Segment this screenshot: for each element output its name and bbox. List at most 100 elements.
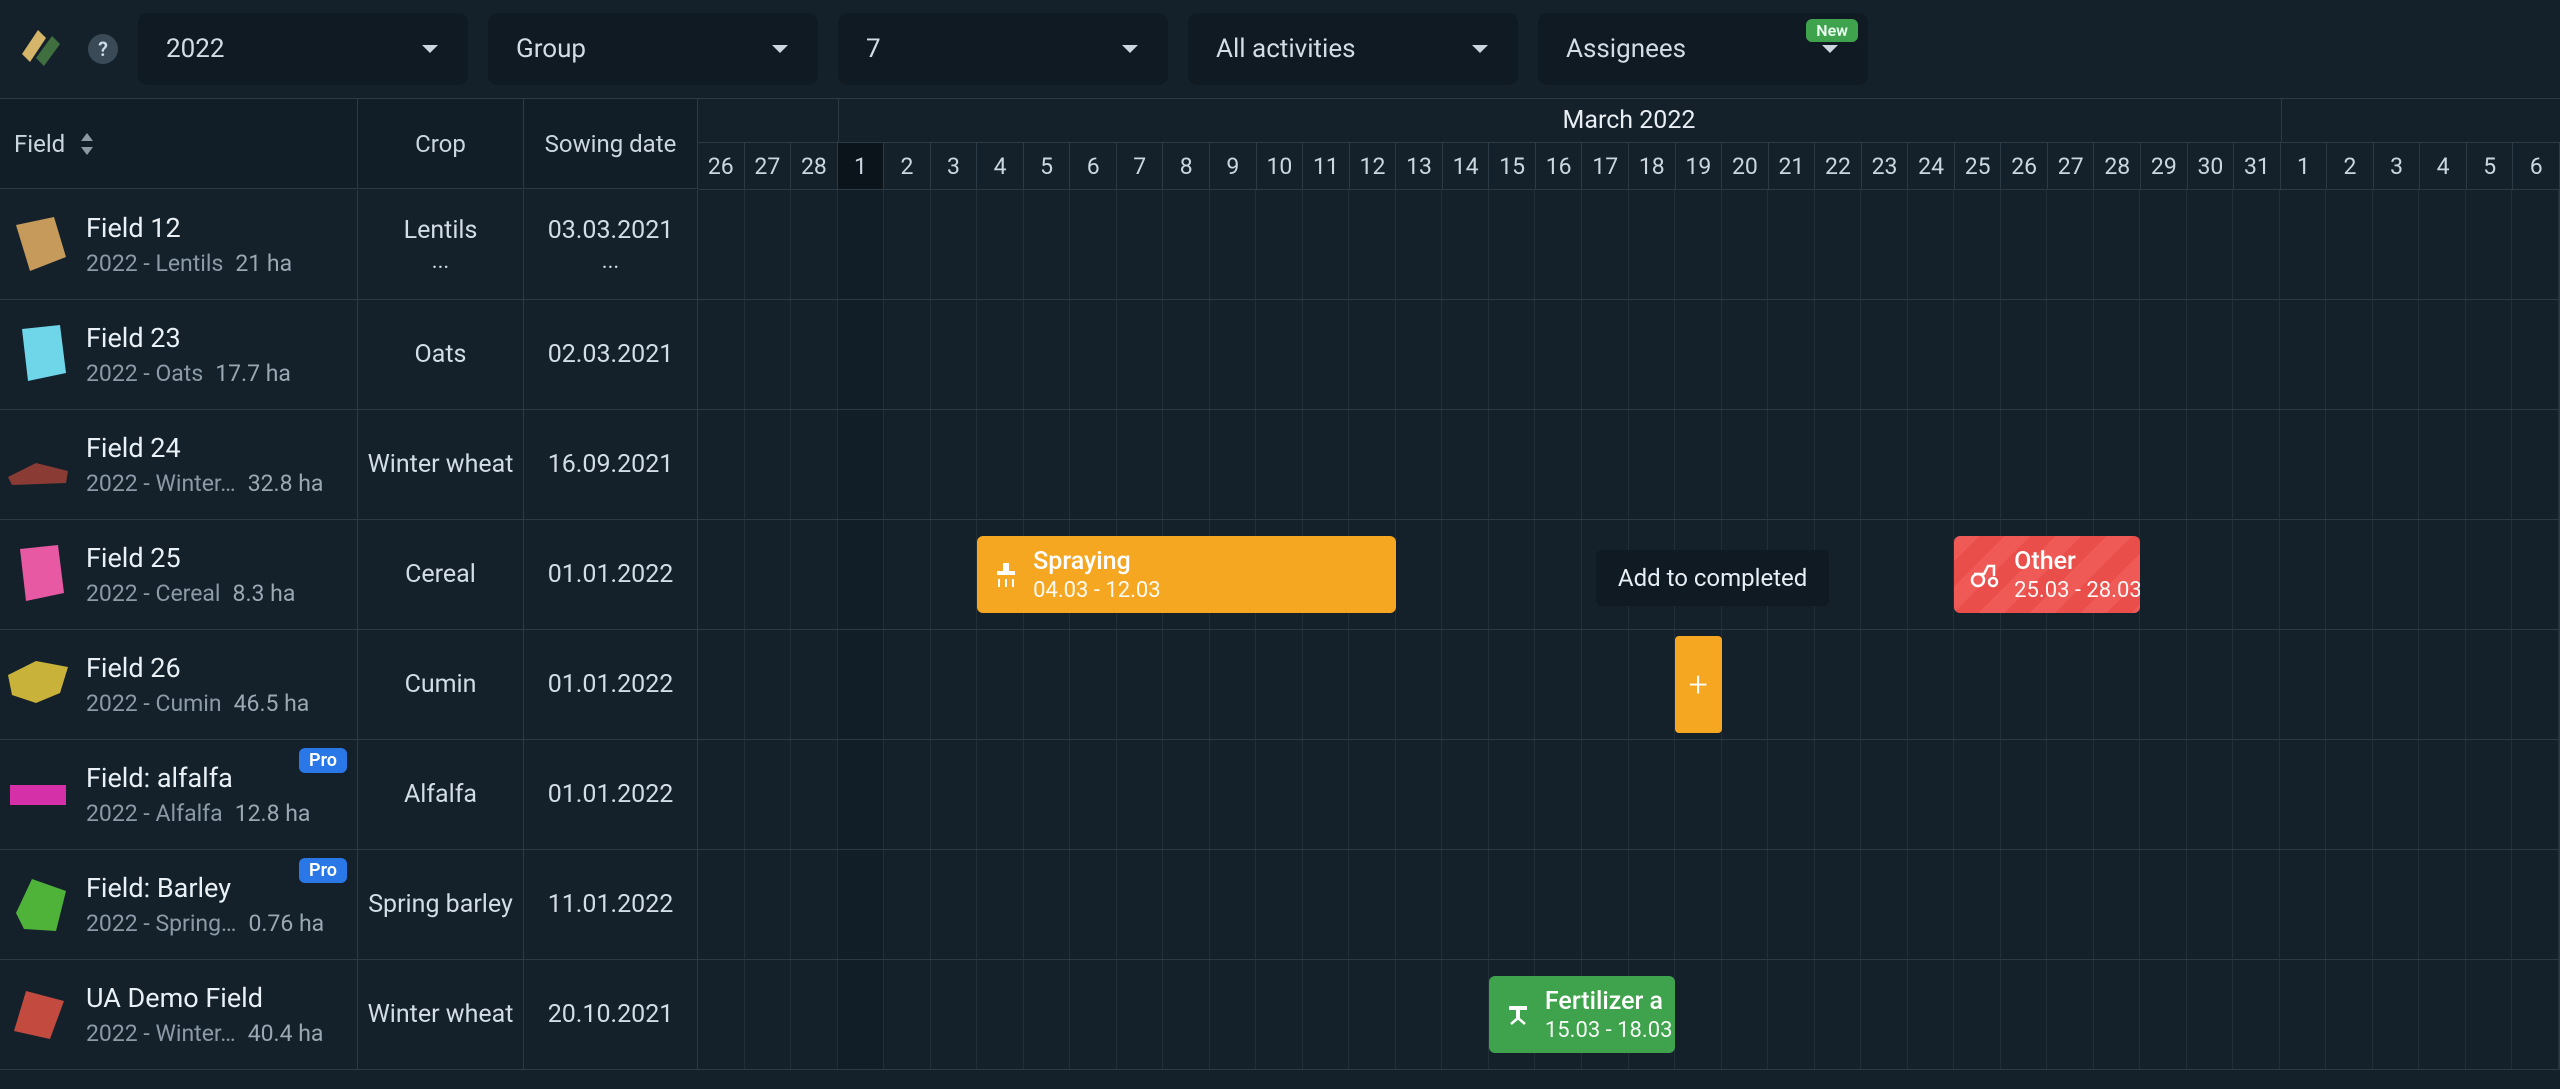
field-cell[interactable]: Field 12 2022 - Lentils 21 ha <box>0 190 358 300</box>
field-cell[interactable]: Field: alfalfa 2022 - Alfalfa 12.8 ha Pr… <box>0 740 358 850</box>
day-cell[interactable]: 26 <box>698 143 745 189</box>
day-cell[interactable]: 5 <box>1024 143 1071 189</box>
field-area: 17.7 ha <box>215 360 291 387</box>
day-cell[interactable]: 27 <box>2048 143 2095 189</box>
field-cell[interactable]: UA Demo Field 2022 - Winter… 40.4 ha <box>0 960 358 1070</box>
activity-title: Other <box>2014 547 2140 576</box>
sort-icon[interactable] <box>77 131 97 157</box>
day-cell[interactable]: 6 <box>2513 143 2560 189</box>
sowing-date-cell: 16.09.2021 <box>524 410 698 520</box>
field-shape-icon <box>6 653 70 717</box>
day-cell[interactable]: 18 <box>1629 143 1676 189</box>
day-cell[interactable]: 3 <box>2374 143 2421 189</box>
assignees-select[interactable]: Assignees New <box>1538 13 1868 85</box>
activity-title: Spraying <box>1033 547 1161 576</box>
chevron-down-icon <box>1820 42 1840 56</box>
day-cell[interactable]: 31 <box>2234 143 2281 189</box>
crop-cell: Winter wheat <box>358 960 524 1070</box>
day-cell[interactable]: 26 <box>2001 143 2048 189</box>
count-select[interactable]: 7 <box>838 13 1168 85</box>
group-select[interactable]: Group <box>488 13 818 85</box>
schedule-grid: Field Crop Sowing date March 2022 262728… <box>0 98 2560 1070</box>
timeline-row[interactable]: Spraying 04.03 - 12.03 Other 25.03 - 28.… <box>698 520 2560 630</box>
day-cell[interactable]: 24 <box>1908 143 1955 189</box>
activity-bar-fertilizer[interactable]: Fertilizer a 15.03 - 18.03 <box>1489 976 1675 1053</box>
column-header-crop[interactable]: Crop <box>358 99 524 189</box>
day-cell[interactable]: 7 <box>1117 143 1164 189</box>
day-cell[interactable]: 29 <box>2141 143 2188 189</box>
sowing-date-cell: 01.01.2022 <box>524 520 698 630</box>
day-cell[interactable]: 6 <box>1070 143 1117 189</box>
day-cell[interactable]: 28 <box>2094 143 2141 189</box>
day-cell[interactable]: 4 <box>977 143 1024 189</box>
column-header-field[interactable]: Field <box>0 99 358 189</box>
day-cell[interactable]: 28 <box>791 143 838 189</box>
day-cell[interactable]: 15 <box>1489 143 1536 189</box>
field-shape-icon <box>6 433 70 497</box>
day-cell[interactable]: 25 <box>1955 143 2002 189</box>
day-cell[interactable]: 17 <box>1582 143 1629 189</box>
day-cell[interactable]: 16 <box>1536 143 1583 189</box>
day-cell[interactable]: 19 <box>1676 143 1723 189</box>
day-cell[interactable]: 23 <box>1862 143 1909 189</box>
day-cell[interactable]: 8 <box>1163 143 1210 189</box>
pro-badge: Pro <box>299 748 347 773</box>
timeline-row[interactable] <box>698 410 2560 520</box>
day-cell[interactable]: 13 <box>1396 143 1443 189</box>
sowing-date-cell: 03.03.2021... <box>524 190 698 300</box>
activity-bar-spraying[interactable]: Spraying 04.03 - 12.03 <box>977 536 1396 613</box>
grid-body: Field 12 2022 - Lentils 21 ha Lentils...… <box>0 190 2560 1070</box>
day-cell[interactable]: 2 <box>884 143 931 189</box>
crop-cell: Lentils... <box>358 190 524 300</box>
day-cell[interactable]: 20 <box>1722 143 1769 189</box>
top-toolbar: ? 2022 Group 7 All activities Assignees … <box>0 0 2560 98</box>
day-cell[interactable]: 5 <box>2467 143 2514 189</box>
field-cell[interactable]: Field 23 2022 - Oats 17.7 ha <box>0 300 358 410</box>
crop-cell: Cumin <box>358 630 524 740</box>
field-cell[interactable]: Field 24 2022 - Winter… 32.8 ha <box>0 410 358 520</box>
day-cell[interactable]: 4 <box>2420 143 2467 189</box>
activity-bar-other[interactable]: Other 25.03 - 28.03 <box>1954 536 2140 613</box>
timeline-row[interactable] <box>698 190 2560 300</box>
field-crop-line: 2022 - Winter… <box>86 1020 236 1047</box>
timeline-row[interactable] <box>698 300 2560 410</box>
field-cell[interactable]: Field 25 2022 - Cereal 8.3 ha <box>0 520 358 630</box>
add-activity-button[interactable]: + <box>1675 636 1722 733</box>
timeline-row[interactable] <box>698 740 2560 850</box>
day-cell[interactable]: 10 <box>1257 143 1304 189</box>
sowing-date-cell: 01.01.2022 <box>524 740 698 850</box>
day-cell[interactable]: 21 <box>1769 143 1816 189</box>
day-cell[interactable]: 14 <box>1443 143 1490 189</box>
sowing-date-cell: 11.01.2022 <box>524 850 698 960</box>
pro-badge: Pro <box>299 858 347 883</box>
field-area: 32.8 ha <box>248 470 324 497</box>
app-logo[interactable] <box>14 22 68 76</box>
field-shape-icon <box>6 873 70 937</box>
activities-select[interactable]: All activities <box>1188 13 1518 85</box>
day-cell[interactable]: 1 <box>838 143 885 189</box>
day-cell[interactable]: 22 <box>1815 143 1862 189</box>
field-area: 8.3 ha <box>233 580 296 607</box>
day-cell[interactable]: 11 <box>1303 143 1350 189</box>
field-area: 40.4 ha <box>248 1020 324 1047</box>
day-cell[interactable]: 27 <box>745 143 792 189</box>
field-header-label: Field <box>14 130 65 158</box>
activities-select-value: All activities <box>1216 34 1356 64</box>
field-cell[interactable]: Field: Barley 2022 - Spring… 0.76 ha Pro <box>0 850 358 960</box>
day-cell[interactable]: 12 <box>1350 143 1397 189</box>
field-cell[interactable]: Field 26 2022 - Cumin 46.5 ha <box>0 630 358 740</box>
column-header-sowing-date[interactable]: Sowing date <box>524 99 698 189</box>
day-cell[interactable]: 1 <box>2281 143 2328 189</box>
year-select[interactable]: 2022 <box>138 13 468 85</box>
timeline-row[interactable]: + <box>698 630 2560 740</box>
day-cell[interactable]: 9 <box>1210 143 1257 189</box>
group-select-value: Group <box>516 34 586 64</box>
timeline-row[interactable] <box>698 850 2560 960</box>
timeline-row[interactable]: Fertilizer a 15.03 - 18.03 <box>698 960 2560 1070</box>
help-button[interactable]: ? <box>88 34 118 64</box>
day-cell[interactable]: 2 <box>2327 143 2374 189</box>
field-area: 46.5 ha <box>234 690 310 717</box>
day-cell[interactable]: 3 <box>931 143 978 189</box>
day-cell[interactable]: 30 <box>2188 143 2235 189</box>
tooltip-add-completed: Add to completed <box>1596 550 1829 606</box>
